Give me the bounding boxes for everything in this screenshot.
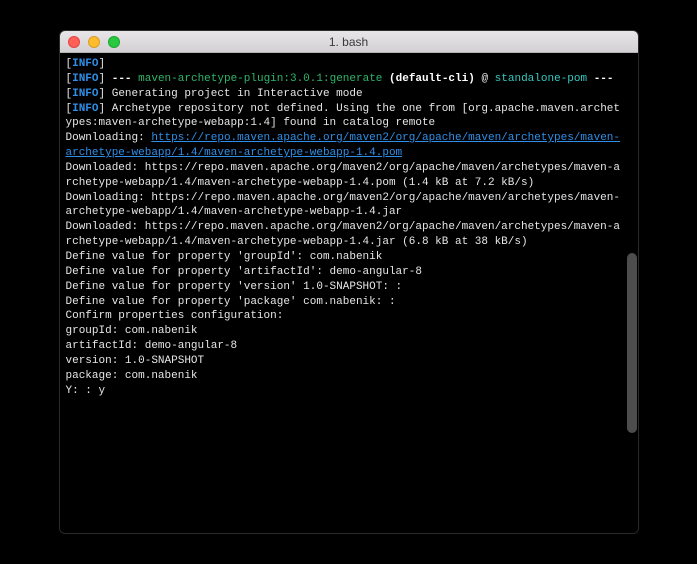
log-line: Downloaded: https://repo.maven.apache.or… bbox=[66, 161, 622, 191]
log-line: [INFO] Archetype repository not defined.… bbox=[66, 102, 622, 132]
terminal-output: [INFO] [INFO] --- maven-archetype-plugin… bbox=[66, 57, 632, 398]
exec-label: (default-cli) bbox=[389, 73, 475, 85]
minimize-icon[interactable] bbox=[88, 36, 100, 48]
plugin-goal: maven-archetype-plugin:3.0.1:generate bbox=[138, 73, 382, 85]
log-line: Downloading: https://repo.maven.apache.o… bbox=[66, 191, 622, 221]
info-tag: INFO bbox=[72, 58, 98, 70]
log-line: Downloaded: https://repo.maven.apache.or… bbox=[66, 220, 622, 250]
confirm-line: artifactId: demo-angular-8 bbox=[66, 339, 622, 354]
prompt-line: Define value for property 'artifactId': … bbox=[66, 265, 622, 280]
prompt-line: Define value for property 'version' 1.0-… bbox=[66, 280, 622, 295]
prompt-line: Define value for property 'groupId': com… bbox=[66, 250, 622, 265]
confirm-header: Confirm properties configuration: bbox=[66, 309, 622, 324]
window-controls bbox=[60, 36, 120, 48]
log-line: [INFO] Generating project in Interactive… bbox=[66, 87, 622, 102]
log-line: Downloading: https://repo.maven.apache.o… bbox=[66, 131, 622, 161]
titlebar[interactable]: 1. bash bbox=[60, 31, 638, 53]
confirm-line: version: 1.0-SNAPSHOT bbox=[66, 354, 622, 369]
terminal-window: 1. bash [INFO] [INFO] --- maven-archetyp… bbox=[59, 30, 639, 534]
separator: --- bbox=[594, 73, 614, 85]
info-tag: INFO bbox=[72, 88, 98, 100]
prompt-line: Define value for property 'package' com.… bbox=[66, 295, 622, 310]
close-icon[interactable] bbox=[68, 36, 80, 48]
confirm-line: groupId: com.nabenik bbox=[66, 324, 622, 339]
project-name: standalone-pom bbox=[495, 73, 587, 85]
log-line: [INFO] --- maven-archetype-plugin:3.0.1:… bbox=[66, 72, 622, 87]
terminal-body[interactable]: [INFO] [INFO] --- maven-archetype-plugin… bbox=[60, 53, 638, 533]
info-tag: INFO bbox=[72, 73, 98, 85]
maximize-icon[interactable] bbox=[108, 36, 120, 48]
info-tag: INFO bbox=[72, 103, 98, 115]
separator: --- bbox=[112, 73, 132, 85]
window-title: 1. bash bbox=[60, 35, 638, 49]
input-line[interactable]: Y: : y bbox=[66, 384, 622, 399]
scrollbar-thumb[interactable] bbox=[627, 253, 637, 433]
log-line: [INFO] bbox=[66, 57, 622, 72]
confirm-line: package: com.nabenik bbox=[66, 369, 622, 384]
